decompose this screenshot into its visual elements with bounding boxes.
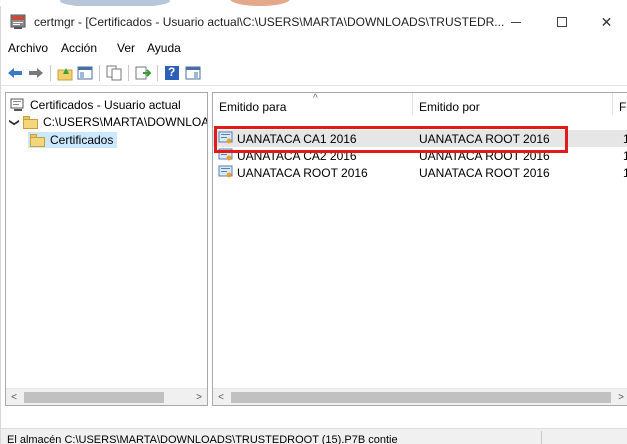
copy-icon xyxy=(106,65,122,81)
menu-accion[interactable]: Acción xyxy=(61,41,97,55)
tree-folder-label: Certificados xyxy=(50,133,114,147)
certmgr-window: certmgr - [Certificados - Usuario actual… xyxy=(0,6,627,444)
scroll-left-icon[interactable]: < xyxy=(213,390,229,405)
export-icon xyxy=(135,66,151,80)
scroll-right-icon[interactable]: > xyxy=(191,390,207,405)
column-header-label: F xyxy=(619,100,627,114)
toolbar: ? xyxy=(1,60,627,86)
toolbar-separator xyxy=(99,65,100,81)
tree-root-item[interactable]: Certificados - Usuario actual xyxy=(10,97,181,113)
tree-root-label: Certificados - Usuario actual xyxy=(30,98,181,112)
up-level-button[interactable] xyxy=(56,64,74,82)
highlight-annotation xyxy=(214,126,568,153)
tree-folder-certificados[interactable]: Certificados xyxy=(28,132,118,148)
column-header-issued-by[interactable]: Emitido por xyxy=(413,93,613,115)
certificate-icon xyxy=(218,165,233,178)
maximize-icon xyxy=(557,17,567,27)
menu-ayuda[interactable]: Ayuda xyxy=(147,41,181,55)
copy-button[interactable] xyxy=(105,64,123,82)
column-header-expiration[interactable]: F xyxy=(613,93,627,115)
window-title: certmgr - [Certificados - Usuario actual… xyxy=(34,15,505,29)
cell-expiration: 1 xyxy=(623,166,627,180)
toolbar-separator xyxy=(50,65,51,81)
column-header-label: Emitido por xyxy=(419,100,480,114)
maximize-button[interactable] xyxy=(539,6,585,38)
cell-expiration: 1 xyxy=(623,132,627,146)
tree-store-label: C:\USERS\MARTA\DOWNLOA xyxy=(43,115,208,129)
tree-horizontal-scrollbar[interactable]: < > xyxy=(6,388,207,405)
minimize-icon xyxy=(511,21,521,23)
title-bar[interactable]: certmgr - [Certificados - Usuario actual… xyxy=(1,6,627,38)
cell-issued-to: UANATACA ROOT 2016 xyxy=(237,166,368,180)
menu-archivo[interactable]: Archivo xyxy=(8,41,48,55)
back-arrow-icon xyxy=(8,68,22,78)
tree-store-item[interactable]: ❯ C:\USERS\MARTA\DOWNLOA xyxy=(8,114,208,130)
up-folder-icon xyxy=(57,68,73,81)
column-header-label: Emitido para xyxy=(219,100,287,114)
close-button[interactable]: ✕ xyxy=(585,6,627,38)
menu-bar: Archivo Acción Ver Ayuda xyxy=(1,38,627,58)
help-button[interactable]: ? xyxy=(163,64,181,82)
show-hide-tree-button[interactable] xyxy=(76,64,94,82)
show-hide-tree-icon xyxy=(77,66,93,80)
scroll-left-icon[interactable]: < xyxy=(6,390,22,405)
export-button[interactable] xyxy=(134,64,152,82)
help-glyph: ? xyxy=(168,65,176,79)
scroll-right-icon[interactable]: > xyxy=(613,390,627,405)
back-button[interactable] xyxy=(6,64,24,82)
forward-arrow-icon xyxy=(29,68,43,78)
properties-pane-button[interactable] xyxy=(184,64,202,82)
certmgr-app-icon xyxy=(10,14,26,29)
certificate-store-icon xyxy=(10,98,24,111)
status-text: El almacén C:\USERS\MARTA\DOWNLOADS\TRUS… xyxy=(7,434,398,444)
scrollbar-thumb[interactable] xyxy=(24,392,164,403)
close-icon: ✕ xyxy=(600,13,613,30)
forward-button[interactable] xyxy=(27,64,45,82)
cell-expiration: 1 xyxy=(623,149,627,163)
toolbar-separator xyxy=(157,65,158,81)
minimize-button[interactable] xyxy=(493,6,539,38)
menu-ver[interactable]: Ver xyxy=(117,41,135,55)
status-bar: El almacén C:\USERS\MARTA\DOWNLOADS\TRUS… xyxy=(1,428,627,444)
toolbar-separator xyxy=(128,65,129,81)
cell-issued-by: UANATACA ROOT 2016 xyxy=(419,166,550,180)
status-separator xyxy=(541,431,542,444)
tree-pane[interactable]: Certificados - Usuario actual ❯ C:\USERS… xyxy=(5,92,208,406)
collapse-chevron-icon[interactable]: ❯ xyxy=(9,116,20,128)
scrollbar-thumb[interactable] xyxy=(231,392,611,403)
list-horizontal-scrollbar[interactable]: < > xyxy=(213,388,627,405)
sort-ascending-icon: ^ xyxy=(313,93,318,104)
folder-icon xyxy=(30,133,46,147)
table-row[interactable]: UANATACA ROOT 2016 UANATACA ROOT 2016 1 xyxy=(213,164,627,181)
column-header-issued-to[interactable]: Emitido para ^ xyxy=(213,93,413,115)
properties-pane-icon xyxy=(185,66,201,80)
folder-icon xyxy=(23,115,39,129)
